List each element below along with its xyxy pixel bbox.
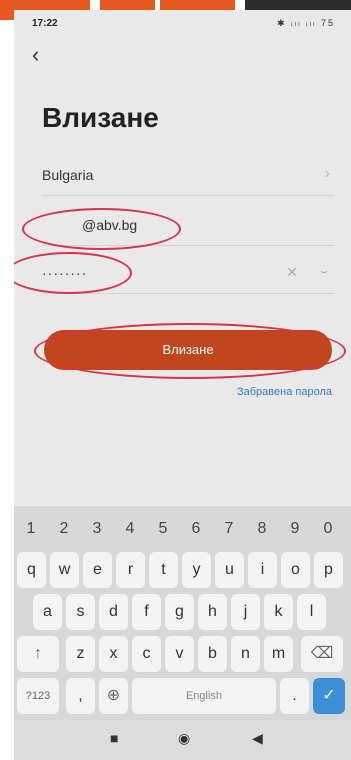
country-value: Bulgaria [42, 167, 94, 183]
page-title: Влизане [42, 102, 159, 133]
key-e[interactable]: e [83, 552, 112, 588]
status-bar: 17:22 ✱ ᵢₗₗ ᵢₗₗ 75 [14, 10, 351, 36]
enter-check-icon[interactable]: ✓ [313, 678, 345, 714]
key-1[interactable]: 1 [16, 520, 46, 538]
shift-icon[interactable]: ↑ [17, 636, 59, 672]
key-g[interactable]: g [165, 594, 194, 630]
key-q[interactable]: q [17, 552, 46, 588]
key-t[interactable]: t [149, 552, 178, 588]
key-7[interactable]: 7 [214, 520, 244, 538]
key-y[interactable]: y [182, 552, 211, 588]
key-a[interactable]: a [33, 594, 62, 630]
highlight-ring [22, 208, 181, 250]
symbols-key[interactable]: ?123 [17, 678, 59, 714]
key-k[interactable]: k [264, 594, 293, 630]
key-d[interactable]: d [99, 594, 128, 630]
globe-icon[interactable]: ⊕ [99, 678, 128, 714]
key-x[interactable]: x [99, 636, 128, 672]
key-u[interactable]: u [215, 552, 244, 588]
key-m[interactable]: m [264, 636, 293, 672]
back-nav-icon[interactable]: ◀ [252, 730, 263, 747]
clear-icon[interactable]: ✕ [286, 264, 298, 281]
key-4[interactable]: 4 [115, 520, 145, 538]
key-f[interactable]: f [132, 594, 161, 630]
forgot-password-link[interactable]: Забравена парола [237, 386, 332, 398]
key-j[interactable]: j [231, 594, 260, 630]
home-icon[interactable]: ◉ [178, 730, 190, 747]
back-icon[interactable]: ‹ [32, 42, 39, 68]
key-r[interactable]: r [116, 552, 145, 588]
key-w[interactable]: w [50, 552, 79, 588]
key-i[interactable]: i [248, 552, 277, 588]
phone-screen: 17:22 ✱ ᵢₗₗ ᵢₗₗ 75 ‹ Влизане Bulgaria › … [14, 10, 351, 760]
key-3[interactable]: 3 [82, 520, 112, 538]
system-nav-bar: ■ ◉ ◀ [14, 720, 351, 760]
highlight-ring [34, 323, 346, 379]
key-c[interactable]: c [132, 636, 161, 672]
key-p[interactable]: p [314, 552, 343, 588]
key-b[interactable]: b [198, 636, 227, 672]
onscreen-keyboard: 1 2 3 4 5 6 7 8 9 0 q w e r t y u i o p … [14, 506, 351, 720]
key-9[interactable]: 9 [280, 520, 310, 538]
backspace-icon[interactable]: ⌫ [301, 636, 343, 672]
status-time: 17:22 [32, 18, 58, 29]
status-icons: ✱ ᵢₗₗ ᵢₗₗ 75 [277, 18, 335, 28]
recent-apps-icon[interactable]: ■ [110, 730, 118, 746]
key-0[interactable]: 0 [313, 520, 343, 538]
key-2[interactable]: 2 [49, 520, 79, 538]
comma-key[interactable]: , [66, 678, 95, 714]
key-5[interactable]: 5 [148, 520, 178, 538]
key-6[interactable]: 6 [181, 520, 211, 538]
chevron-right-icon: › [324, 165, 330, 182]
period-key[interactable]: . [280, 678, 309, 714]
eye-hidden-icon[interactable]: ⌣ [320, 264, 328, 279]
key-v[interactable]: v [165, 636, 194, 672]
key-l[interactable]: l [297, 594, 326, 630]
key-n[interactable]: n [231, 636, 260, 672]
country-selector[interactable]: Bulgaria › [42, 155, 334, 196]
key-s[interactable]: s [66, 594, 95, 630]
key-h[interactable]: h [198, 594, 227, 630]
key-o[interactable]: o [281, 552, 310, 588]
key-z[interactable]: z [66, 636, 95, 672]
key-8[interactable]: 8 [247, 520, 277, 538]
space-key[interactable]: English [132, 678, 276, 714]
